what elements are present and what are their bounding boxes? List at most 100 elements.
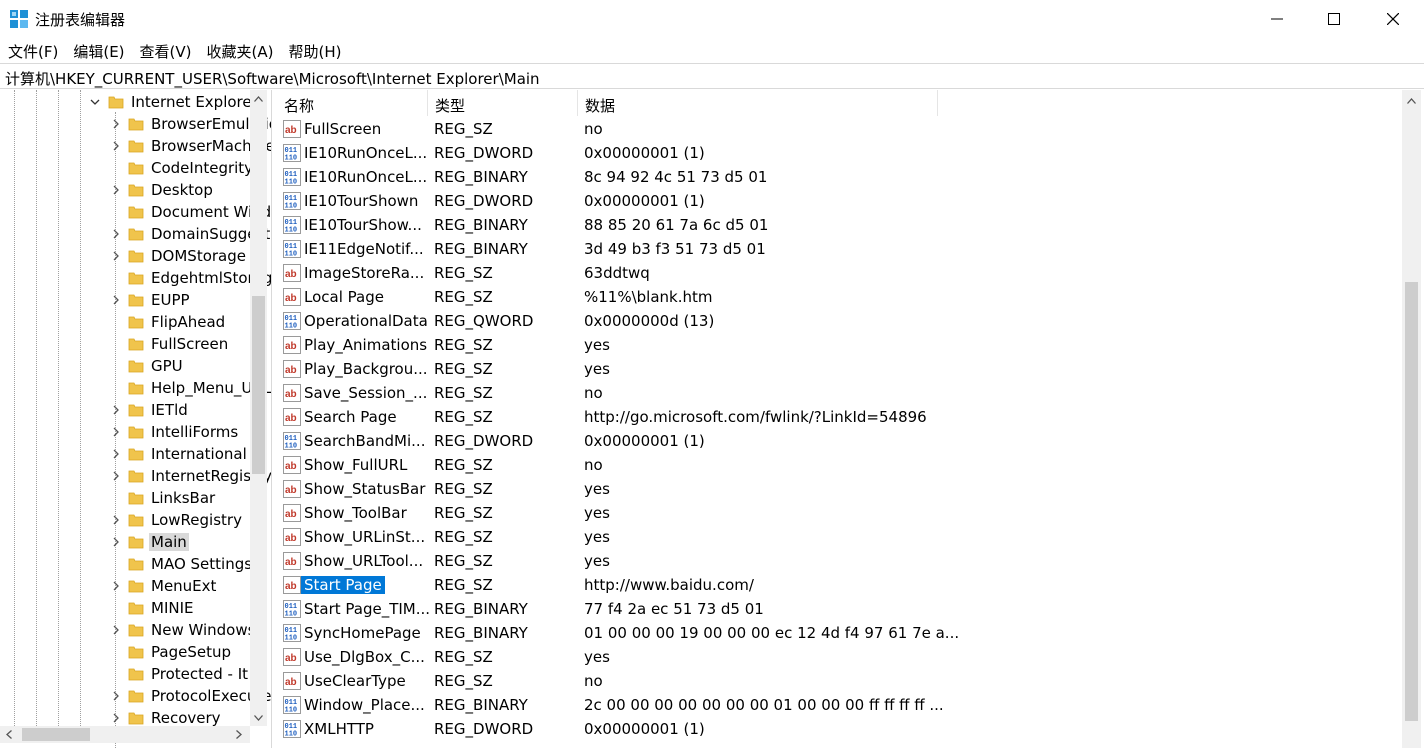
tree-item[interactable]: Document Windows (0, 201, 271, 223)
tree-item[interactable]: New Windows (0, 619, 255, 641)
value-row[interactable]: 011 110 IE11EdgeNotif... REG_BINARY 3d 49 b3… (277, 237, 1401, 261)
value-row[interactable]: 011 110 IE10RunOnceL... REG_BINARY 8c 94 92 … (277, 165, 1401, 189)
chevron-right-icon[interactable] (111, 471, 121, 481)
chevron-right-icon[interactable] (111, 119, 121, 129)
value-row[interactable]: ab Use_DlgBox_C... REG_SZ yes (277, 645, 1401, 669)
key-tree-pane[interactable]: Internet Explorer BrowserEmulationBrowse… (0, 90, 272, 748)
menu-view[interactable]: 查看(V) (132, 38, 199, 63)
value-row[interactable]: ab Show_ToolBar REG_SZ yes (277, 501, 1401, 525)
value-row[interactable]: 011 110 IE10TourShow... REG_BINARY 88 85 20 … (277, 213, 1401, 237)
tree-item[interactable]: LowRegistry (0, 509, 250, 531)
value-row[interactable]: ab ImageStoreRa... REG_SZ 63ddtwq (277, 261, 1401, 285)
title-bar[interactable]: 注册表编辑器 (0, 0, 1424, 38)
value-row[interactable]: ab Start Page REG_SZ http://www.baidu.com/ (277, 573, 1401, 597)
tree-item[interactable]: CodeIntegrity (0, 157, 253, 179)
list-vertical-scrollbar[interactable] (1402, 90, 1421, 748)
value-row[interactable]: ab Play_Backgrou... REG_SZ yes (277, 357, 1401, 381)
value-row[interactable]: 011 110 OperationalData REG_QWORD 0x0000000d… (277, 309, 1401, 333)
tree-item[interactable]: BrowserMachine (0, 135, 271, 157)
value-row[interactable]: 011 110 IE10TourShown REG_DWORD 0x00000001 (… (277, 189, 1401, 213)
tree-item[interactable]: InternetRegistry (0, 465, 271, 487)
chevron-right-icon[interactable] (111, 295, 121, 305)
scroll-up-button[interactable] (250, 90, 267, 107)
value-row[interactable]: 011 110 IE10RunOnceL... REG_DWORD 0x00000001… (277, 141, 1401, 165)
chevron-right-icon[interactable] (111, 405, 121, 415)
close-button[interactable] (1364, 0, 1422, 38)
tree-item[interactable]: IETld (0, 399, 250, 421)
tree-item[interactable]: IntelliForms (0, 421, 250, 443)
tree-item[interactable]: EUPP (0, 289, 250, 311)
chevron-down-icon[interactable] (90, 97, 100, 107)
scroll-down-button[interactable] (250, 709, 267, 726)
chevron-right-icon[interactable] (111, 515, 121, 525)
value-row[interactable]: ab Show_URLinSt... REG_SZ yes (277, 525, 1401, 549)
tree-item[interactable]: Main (0, 531, 250, 553)
tree-item[interactable]: MenuExt (0, 575, 250, 597)
value-row[interactable]: ab Show_FullURL REG_SZ no (277, 453, 1401, 477)
chevron-right-icon[interactable] (111, 581, 121, 591)
scroll-up-button[interactable] (1403, 92, 1420, 109)
address-bar[interactable]: 计算机\HKEY_CURRENT_USER\Software\Microsoft… (0, 63, 1424, 89)
scroll-thumb[interactable] (252, 296, 265, 474)
tree-item[interactable]: MAO Settings (0, 553, 252, 575)
folder-icon (128, 316, 144, 329)
tree-item[interactable]: DOMStorage (0, 245, 250, 267)
tree-item[interactable]: Desktop (0, 179, 250, 201)
menu-favorites[interactable]: 收藏夹(A) (199, 38, 281, 63)
maximize-button[interactable] (1305, 0, 1363, 38)
value-row[interactable]: 011 110 SearchBandMi... REG_DWORD 0x00000001… (277, 429, 1401, 453)
tree-item[interactable]: EdgehtmlStorage (0, 267, 271, 289)
tree-item[interactable]: BrowserEmulation (0, 113, 271, 135)
menu-file[interactable]: 文件(F) (0, 38, 65, 63)
menu-edit[interactable]: 编辑(E) (65, 38, 131, 63)
tree-vertical-scrollbar[interactable] (250, 90, 267, 726)
scroll-thumb[interactable] (1405, 282, 1418, 721)
tree-item[interactable]: DomainSuggestion (0, 223, 271, 245)
value-row[interactable]: ab FullScreen REG_SZ no (277, 117, 1401, 141)
value-row[interactable]: ab Show_StatusBar REG_SZ yes (277, 477, 1401, 501)
tree-item[interactable]: GPU (0, 355, 250, 377)
chevron-right-icon[interactable] (111, 449, 121, 459)
tree-item[interactable]: PageSetup (0, 641, 250, 663)
chevron-right-icon[interactable] (111, 229, 121, 239)
column-header-name[interactable]: 名称 (277, 90, 428, 116)
value-row[interactable]: ab Save_Session_... REG_SZ no (277, 381, 1401, 405)
tree-item[interactable]: FlipAhead (0, 311, 250, 333)
scroll-right-button[interactable] (230, 726, 247, 743)
value-row[interactable]: 011 110 SyncHomePage REG_BINARY 01 00 00 00 … (277, 621, 1401, 645)
tree-item[interactable]: ProtocolExecute (0, 685, 271, 707)
tree-horizontal-scrollbar[interactable] (0, 726, 250, 743)
chevron-right-icon[interactable] (111, 185, 121, 195)
chevron-right-icon[interactable] (111, 537, 121, 547)
value-row[interactable]: 011 110 XMLHTTP REG_DWORD 0x00000001 (1) (277, 717, 1401, 741)
value-row[interactable]: ab Play_Animations REG_SZ yes (277, 333, 1401, 357)
chevron-right-icon[interactable] (111, 141, 121, 151)
chevron-right-icon[interactable] (111, 713, 121, 723)
menu-help[interactable]: 帮助(H) (280, 38, 348, 63)
value-list-pane[interactable]: 名称 类型 数据 ab FullScreen REG_SZ no 011 110 IE10R… (277, 90, 1424, 748)
column-header-type[interactable]: 类型 (428, 90, 578, 116)
tree-item[interactable]: Help_Menu_URLs (0, 377, 271, 399)
value-row[interactable]: 011 110 Window_Place... REG_BINARY 2c 00 00 … (277, 693, 1401, 717)
tree-item[interactable]: Protected - It (0, 663, 250, 685)
value-row[interactable]: 011 110 Start Page_TIM... REG_BINARY 77 f4 2… (277, 597, 1401, 621)
chevron-right-icon[interactable] (111, 251, 121, 261)
value-name: XMLHTTP (304, 720, 374, 738)
tree-item-internet-explorer[interactable]: Internet Explorer (0, 91, 258, 113)
value-row[interactable]: ab Local Page REG_SZ %11%\blank.htm (277, 285, 1401, 309)
chevron-right-icon[interactable] (111, 625, 121, 635)
tree-item[interactable]: FullScreen (0, 333, 250, 355)
scroll-thumb[interactable] (22, 728, 90, 741)
column-header-data[interactable]: 数据 (578, 90, 938, 116)
minimize-button[interactable] (1248, 0, 1306, 38)
value-row[interactable]: ab UseClearType REG_SZ no (277, 669, 1401, 693)
tree-item[interactable]: LinksBar (0, 487, 250, 509)
tree-item[interactable]: MINIE (0, 597, 250, 619)
scroll-left-button[interactable] (0, 726, 17, 743)
value-row[interactable]: ab Show_URLTool... REG_SZ yes (277, 549, 1401, 573)
address-path[interactable]: 计算机\HKEY_CURRENT_USER\Software\Microsoft… (5, 68, 540, 89)
tree-item[interactable]: International (0, 443, 250, 465)
chevron-right-icon[interactable] (111, 691, 121, 701)
value-row[interactable]: ab Search Page REG_SZ http://go.microsoft.c… (277, 405, 1401, 429)
chevron-right-icon[interactable] (111, 427, 121, 437)
